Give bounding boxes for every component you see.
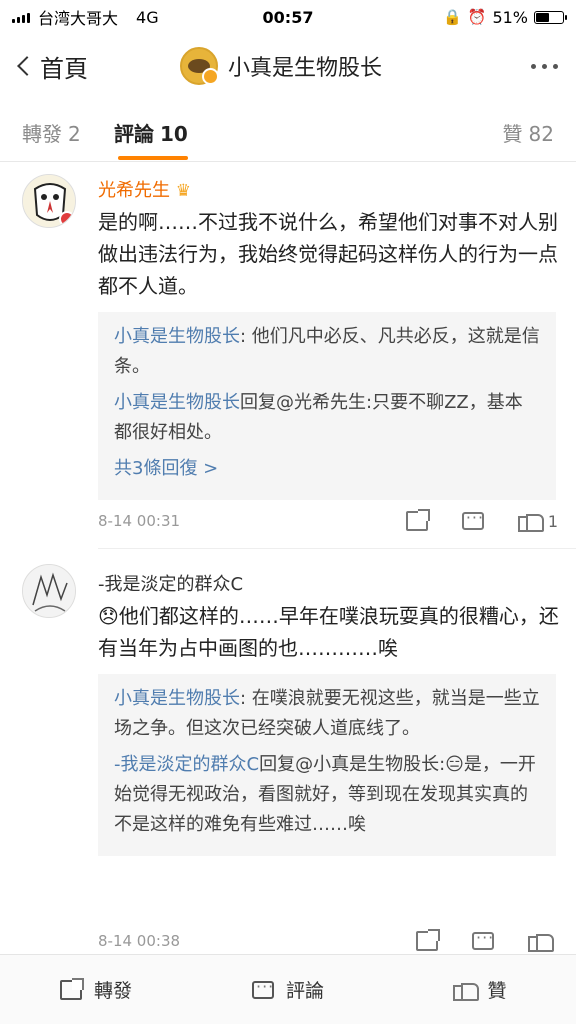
comment-label: 評論 [285, 980, 324, 1002]
comment-author[interactable]: 光希先生 ♛ [98, 176, 191, 202]
repost-button[interactable]: 轉發 [0, 955, 192, 1024]
tab-comments[interactable]: 評論 10 [114, 118, 188, 147]
comment-icon[interactable] [461, 508, 484, 530]
battery-percent: 51% [492, 7, 528, 27]
reply-box[interactable]: 小真是生物股长: 在噗浪就要无视这些，就当是一些立场之争。但这次已经突破人道底线… [98, 674, 556, 856]
tab-comments-count: 10 [160, 122, 188, 146]
tab-likes[interactable]: 贊 82 [503, 118, 554, 147]
reply-item: 小真是生物股长: 他们凡中必反、凡共必反，这就是信条。 [114, 322, 540, 382]
reply-author[interactable]: 小真是生物股长 [114, 392, 240, 413]
comment-time: 8-14 00:31 [98, 512, 181, 530]
reply-author[interactable]: 小真是生物股长 [114, 326, 240, 347]
lock-rotation-icon: 🔒 [443, 8, 462, 26]
battery-icon [534, 10, 567, 24]
chevron-left-icon [17, 56, 37, 76]
avatar [180, 47, 219, 85]
like-button[interactable]: 贊 [384, 955, 576, 1024]
tab-bar: 轉發 2 評論 10 贊 82 [0, 98, 576, 162]
comment-author-name: -我是淡定的群众C [98, 574, 244, 595]
reply-item: 小真是生物股长: 在噗浪就要无视这些，就当是一些立场之争。但这次已经突破人道底线… [114, 684, 540, 744]
share-icon[interactable] [416, 929, 440, 951]
status-bar: 台湾大哥大 4G 00:57 🔒 ⏰ 51% [0, 0, 576, 34]
comment-actions [416, 928, 558, 952]
share-icon[interactable] [405, 509, 430, 531]
reply-item: -我是淡定的群众C回复@小真是生物股长:😑是，一开始觉得无视政治，看图就好，等到… [114, 750, 540, 840]
page-title: 小真是生物股长 [228, 56, 383, 81]
bottom-action-bar: 轉發 評論 贊 [0, 954, 576, 1024]
avatar[interactable] [22, 564, 76, 618]
comment-text: 是的啊……不过我不说什么，希望他们对事不对人别做出违法行为，我始终觉得起码这样伤… [98, 210, 558, 298]
thumbs-up-icon [528, 930, 554, 952]
reply-author[interactable]: -我是淡定的群众C [114, 754, 259, 775]
comment-icon [251, 977, 274, 999]
avatar-owl-icon [23, 175, 75, 227]
tab-likes-count: 82 [528, 122, 554, 146]
like-label: 贊 [487, 980, 507, 1002]
more-options-icon[interactable] [531, 63, 558, 69]
like-button[interactable]: 1 [517, 510, 558, 532]
comment-icon[interactable] [472, 928, 494, 950]
tab-likes-label: 贊 [502, 122, 523, 146]
reply-box[interactable]: 小真是生物股长: 他们凡中必反、凡共必反，这就是信条。 小真是生物股长回复@光希… [98, 312, 556, 500]
nav-title-group[interactable]: 小真是生物股长 [180, 47, 382, 85]
comment-text: 😞他们都这样的……早年在噗浪玩耍真的很糟心，还有当年为占中画图的也…………唉 [98, 604, 559, 660]
thumbs-up-icon [453, 979, 480, 1001]
thumbs-up-icon [517, 510, 544, 532]
tab-repost-label: 轉發 [22, 122, 62, 146]
repost-label: 轉發 [93, 980, 132, 1002]
back-button[interactable]: 首頁 [14, 49, 88, 84]
battery-fill [536, 12, 550, 22]
more-replies-link[interactable]: 共3條回復 > [114, 454, 540, 484]
tab-comments-label: 評論 [114, 122, 154, 146]
share-icon [59, 977, 84, 1000]
avatar-sketch-icon [23, 565, 75, 617]
like-button[interactable] [528, 930, 558, 952]
comment-button[interactable]: 評論 [192, 955, 384, 1024]
alarm-icon: ⏰ [467, 8, 487, 26]
nav-bar: 首頁 小真是生物股长 [0, 34, 576, 98]
comment-author[interactable]: -我是淡定的群众C [98, 570, 243, 596]
reply-item: 小真是生物股长回复@光希先生:只要不聊ZZ，基本都很好相处。 [114, 388, 540, 448]
crown-badge-icon: ♛ [175, 181, 191, 201]
avatar[interactable] [22, 174, 76, 228]
tab-repost-count: 2 [68, 122, 81, 146]
tab-active-indicator [118, 156, 188, 160]
tab-repost[interactable]: 轉發 2 [22, 118, 81, 147]
like-count: 1 [547, 511, 558, 531]
reply-author[interactable]: 小真是生物股长 [114, 688, 240, 709]
comment-actions: 1 [405, 508, 558, 532]
divider [98, 548, 576, 549]
back-label: 首頁 [40, 54, 88, 83]
comment-time: 8-14 00:38 [98, 932, 181, 950]
comment-author-name: 光希先生 [98, 180, 170, 201]
